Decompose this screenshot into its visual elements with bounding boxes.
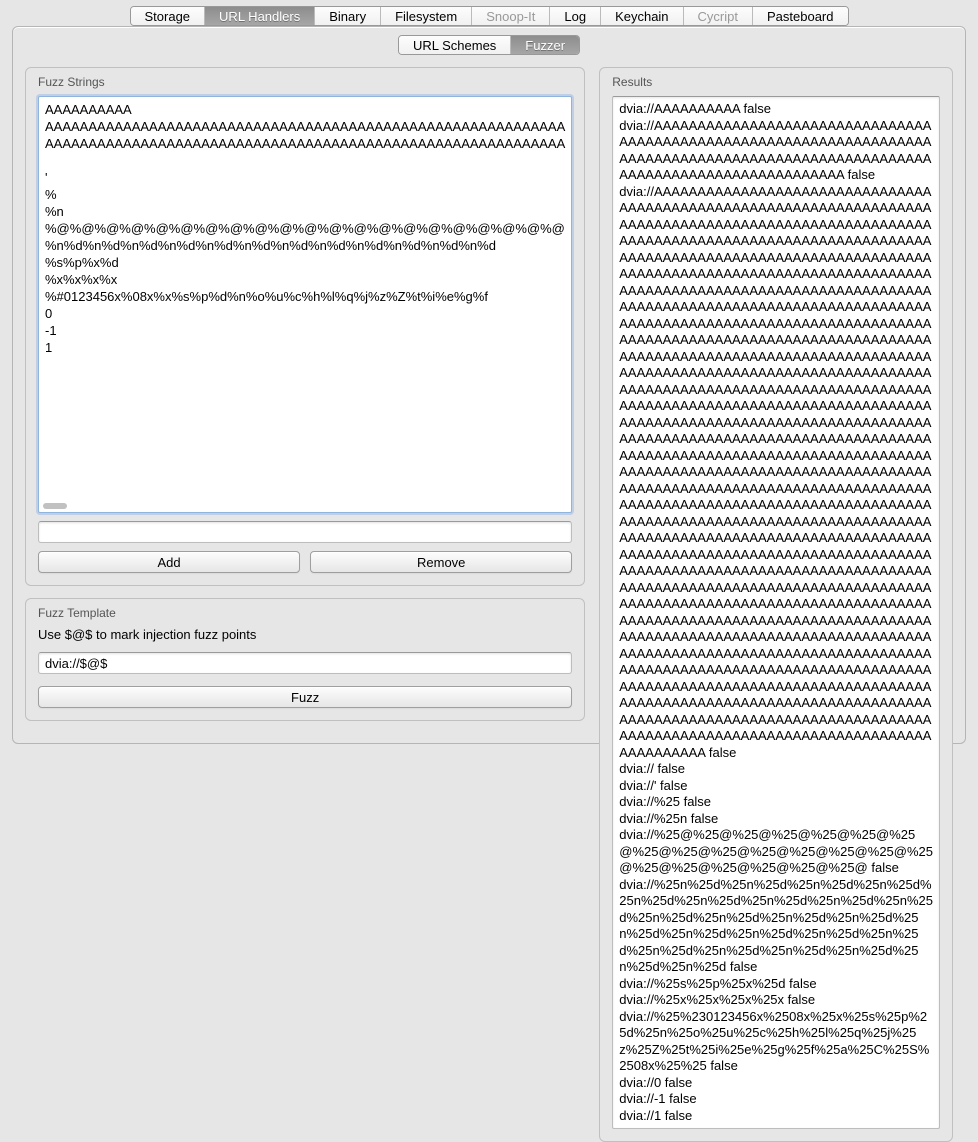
tab-snoop-it: Snoop-It bbox=[472, 7, 550, 25]
fuzz-string-line[interactable]: AAAAAAAAAAAAAAAAAAAAAAAAAAAAAAAAAAAAAAAA… bbox=[45, 118, 565, 135]
results-line: dvia://1 false bbox=[619, 1108, 933, 1125]
fuzz-string-line[interactable]: 0 bbox=[45, 305, 565, 322]
fuzz-strings-textarea[interactable]: AAAAAAAAAAAAAAAAAAAAAAAAAAAAAAAAAAAAAAAA… bbox=[38, 96, 572, 513]
fuzz-string-line[interactable] bbox=[45, 152, 565, 169]
tab-keychain[interactable]: Keychain bbox=[601, 7, 683, 25]
results-line: dvia://%25 false bbox=[619, 794, 933, 811]
fuzz-template-hint: Use $@$ to mark injection fuzz points bbox=[38, 627, 572, 642]
fuzz-string-line[interactable]: %n%d%n%d%n%d%n%d%n%d%n%d%n%d%n%d%n%d%n%d… bbox=[45, 237, 565, 254]
results-line: dvia://%25n false bbox=[619, 811, 933, 828]
fuzz-template-title: Fuzz Template bbox=[38, 606, 572, 620]
tab-storage[interactable]: Storage bbox=[131, 7, 206, 25]
results-title: Results bbox=[612, 75, 940, 89]
results-line: dvia:// false bbox=[619, 761, 933, 778]
subtab-fuzzer[interactable]: Fuzzer bbox=[511, 36, 579, 54]
tab-filesystem[interactable]: Filesystem bbox=[381, 7, 472, 25]
sub-tab-bar: URL SchemesFuzzer bbox=[13, 27, 965, 61]
fuzz-strings-title: Fuzz Strings bbox=[38, 75, 572, 89]
fuzz-string-line[interactable]: %#0123456x%08x%x%s%p%d%n%o%u%c%h%l%q%j%z… bbox=[45, 288, 565, 305]
main-tab-bar: StorageURL HandlersBinaryFilesystemSnoop… bbox=[0, 0, 978, 26]
fuzz-string-line[interactable]: AAAAAAAAAA bbox=[45, 101, 565, 118]
results-group: Results dvia://AAAAAAAAAA falsedvia://AA… bbox=[599, 67, 953, 1142]
results-line: dvia://0 false bbox=[619, 1075, 933, 1092]
fuzz-string-line[interactable]: -1 bbox=[45, 322, 565, 339]
main-tab-strip: StorageURL HandlersBinaryFilesystemSnoop… bbox=[130, 6, 849, 26]
fuzz-string-line[interactable]: AAAAAAAAAAAAAAAAAAAAAAAAAAAAAAAAAAAAAAAA… bbox=[45, 135, 565, 152]
fuzz-string-line[interactable]: %n bbox=[45, 203, 565, 220]
results-line: dvia://' false bbox=[619, 778, 933, 795]
fuzz-template-input[interactable] bbox=[38, 652, 572, 674]
tab-cycript: Cycript bbox=[684, 7, 753, 25]
tab-log[interactable]: Log bbox=[550, 7, 601, 25]
fuzz-string-line[interactable]: 1 bbox=[45, 339, 565, 356]
fuzz-strings-group: Fuzz Strings AAAAAAAAAAAAAAAAAAAAAAAAAAA… bbox=[25, 67, 585, 586]
fuzz-string-line[interactable]: % bbox=[45, 186, 565, 203]
remove-button[interactable]: Remove bbox=[310, 551, 572, 573]
results-line: dvia://-1 false bbox=[619, 1091, 933, 1108]
tab-url-handlers[interactable]: URL Handlers bbox=[205, 7, 315, 25]
sub-tab-strip: URL SchemesFuzzer bbox=[398, 35, 580, 55]
results-line: dvia://%25n%25d%25n%25d%25n%25d%25n%25d%… bbox=[619, 877, 933, 976]
add-button[interactable]: Add bbox=[38, 551, 300, 573]
fuzz-string-line[interactable]: ' bbox=[45, 169, 565, 186]
main-panel: URL SchemesFuzzer Fuzz Strings AAAAAAAAA… bbox=[12, 26, 966, 744]
results-textarea[interactable]: dvia://AAAAAAAAAA falsedvia://AAAAAAAAAA… bbox=[612, 96, 940, 1129]
results-line: dvia://AAAAAAAAAAAAAAAAAAAAAAAAAAAAAAAAA… bbox=[619, 184, 933, 762]
results-line: dvia://%25x%25x%25x%25x false bbox=[619, 992, 933, 1009]
fuzz-string-input[interactable] bbox=[38, 521, 572, 543]
fuzz-string-line[interactable]: %s%p%x%d bbox=[45, 254, 565, 271]
fuzz-string-line[interactable]: %@%@%@%@%@%@%@%@%@%@%@%@%@%@%@%@%@%@%@%@… bbox=[45, 220, 565, 237]
results-line: dvia://AAAAAAAAAAAAAAAAAAAAAAAAAAAAAAAAA… bbox=[619, 118, 933, 184]
fuzz-button[interactable]: Fuzz bbox=[38, 686, 572, 708]
tab-pasteboard[interactable]: Pasteboard bbox=[753, 7, 848, 25]
fuzz-string-line[interactable]: %x%x%x%x bbox=[45, 271, 565, 288]
tab-binary[interactable]: Binary bbox=[315, 7, 381, 25]
results-line: dvia://%25%230123456x%2508x%25x%25s%25p%… bbox=[619, 1009, 933, 1075]
horizontal-scrollbar-thumb[interactable] bbox=[43, 503, 67, 509]
subtab-url-schemes[interactable]: URL Schemes bbox=[399, 36, 511, 54]
results-line: dvia://AAAAAAAAAA false bbox=[619, 101, 933, 118]
results-line: dvia://%25@%25@%25@%25@%25@%25@%25@%25@%… bbox=[619, 827, 933, 877]
fuzz-template-group: Fuzz Template Use $@$ to mark injection … bbox=[25, 598, 585, 721]
results-line: dvia://%25s%25p%25x%25d false bbox=[619, 976, 933, 993]
